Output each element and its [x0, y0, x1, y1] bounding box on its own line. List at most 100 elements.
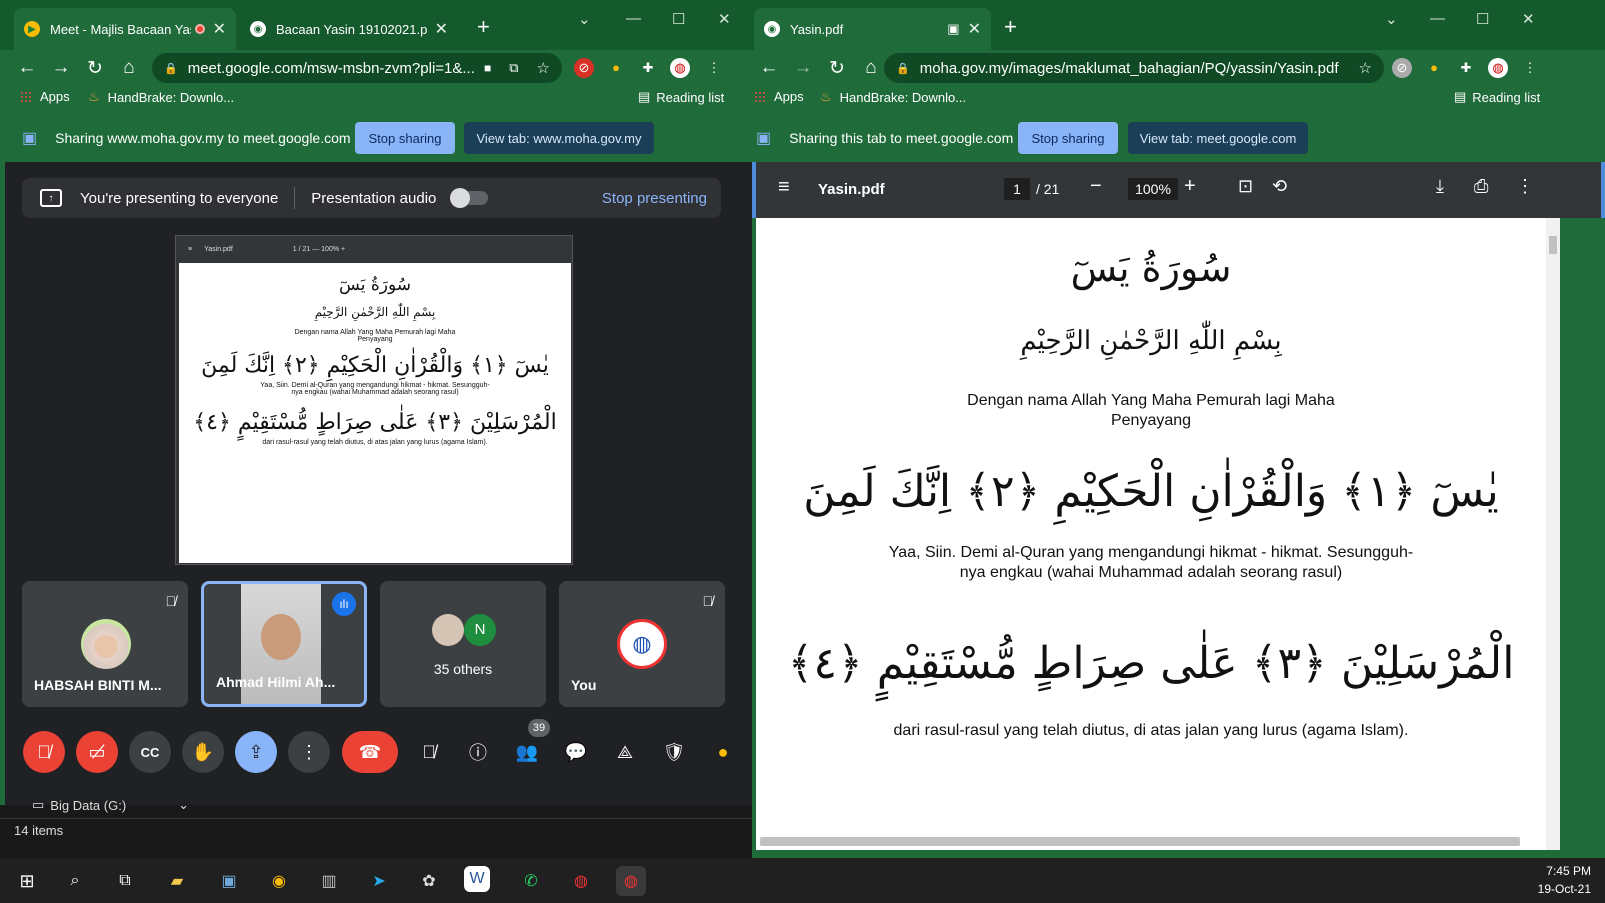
download-icon[interactable]: ⤓	[1436, 176, 1444, 197]
bookmark-handbrake[interactable]: ♨ HandBrake: Downlo...	[820, 89, 966, 105]
raise-hand-button[interactable]: ✋	[182, 731, 224, 773]
minimize-icon[interactable]: —	[1430, 10, 1445, 27]
participant-tile-self[interactable]: 🎙̸ ◍ You	[559, 581, 725, 707]
zoom-in-icon[interactable]: +	[1184, 175, 1196, 198]
menu-kebab-icon[interactable]: ⋮	[704, 58, 724, 78]
extensions-puzzle-icon[interactable]: ✚	[1456, 58, 1476, 78]
new-tab-icon[interactable]: +	[1004, 14, 1017, 40]
clock[interactable]: 7:45 PM 19-Oct-21	[1538, 862, 1591, 898]
back-icon[interactable]: ←	[10, 57, 44, 79]
address-bar[interactable]: 🔒 meet.google.com/msw-msbn-zvm?pli=1&...…	[152, 53, 562, 83]
tab-meet[interactable]: ▶ Meet - Majlis Bacaan Yas ✕	[14, 8, 236, 50]
hamburger-menu-icon[interactable]: ≡	[778, 176, 790, 199]
reload-icon[interactable]: ↻	[78, 57, 112, 80]
more-actions-icon[interactable]: ⋮	[1516, 176, 1534, 197]
chrome-icon[interactable]: ◉	[264, 866, 294, 896]
chat-icon[interactable]: 💬	[555, 731, 597, 773]
windows-start-icon[interactable]: ⊞	[12, 866, 42, 896]
activities-icon[interactable]: ⟁	[604, 731, 646, 773]
camera-icon[interactable]: ■	[484, 61, 491, 75]
file-explorer-icon[interactable]: ▰	[162, 866, 192, 896]
maximize-icon[interactable]: ☐	[1476, 10, 1489, 28]
sharing-infobar: ▣ Sharing www.moha.gov.my to meet.google…	[0, 114, 752, 162]
extension-red-icon[interactable]: ⊘	[574, 58, 594, 78]
participant-tile[interactable]: 🎙̸ HABSAH BINTI M...	[22, 581, 188, 707]
whatsapp-icon[interactable]: ✆	[516, 866, 546, 896]
menu-kebab-icon[interactable]: ⋮	[1520, 58, 1540, 78]
bookmark-star-icon[interactable]: ☆	[537, 59, 550, 77]
profile-avatar-icon[interactable]: ◍	[1488, 58, 1508, 78]
tab-search-icon[interactable]: ⌄	[578, 10, 591, 28]
forward-icon[interactable]: →	[786, 57, 820, 79]
extension-grey-icon[interactable]: ⊘	[1392, 58, 1412, 78]
chrome-active-icon[interactable]: ◍	[616, 866, 646, 896]
task-view-icon[interactable]: ⧉	[110, 866, 140, 896]
app-balloon-icon[interactable]: ✿	[414, 866, 444, 896]
vertical-scrollbar[interactable]	[1546, 218, 1560, 850]
telegram-icon[interactable]: ➤	[364, 866, 394, 896]
close-window-icon[interactable]: ✕	[718, 10, 731, 28]
close-window-icon[interactable]: ✕	[1522, 10, 1535, 28]
open-external-icon[interactable]: ⧉	[509, 60, 518, 76]
reading-list-button[interactable]: ▤ Reading list	[638, 89, 724, 105]
presentation-audio-off-icon[interactable]: 🎙̸	[408, 731, 450, 773]
tab-yasin-pdf[interactable]: ◉ Yasin.pdf ▣ ✕	[754, 8, 991, 50]
bookmark-apps[interactable]: Apps	[20, 89, 70, 104]
home-icon[interactable]: ⌂	[854, 57, 888, 79]
chrome-profile-icon[interactable]: ◍	[566, 866, 596, 896]
zoom-out-icon[interactable]: −	[1090, 175, 1102, 198]
back-icon[interactable]: ←	[752, 57, 786, 79]
more-options-button[interactable]: ⋮	[288, 731, 330, 773]
maximize-icon[interactable]: ☐	[672, 10, 685, 28]
bookmark-star-icon[interactable]: ☆	[1359, 59, 1372, 77]
captions-button[interactable]: CC	[129, 731, 171, 773]
extension-bulb-icon[interactable]: ●	[606, 58, 626, 78]
horizontal-scrollbar[interactable]	[760, 837, 1520, 846]
view-tab-button[interactable]: View tab: meet.google.com	[1128, 122, 1308, 154]
reload-icon[interactable]: ↻	[820, 57, 854, 80]
search-icon[interactable]: ⌕	[60, 866, 90, 896]
stop-sharing-button[interactable]: Stop sharing	[355, 122, 455, 154]
tab-bacaan[interactable]: ◉ Bacaan Yasin 19102021.png ( ✕	[240, 8, 458, 50]
app-icon[interactable]: ▥	[314, 866, 344, 896]
meeting-details-icon[interactable]: ⓘ	[457, 731, 499, 773]
drive-item[interactable]: ▭ Big Data (G:) ⌄	[32, 797, 189, 813]
scroll-thumb[interactable]	[1549, 236, 1557, 254]
stop-sharing-button[interactable]: Stop sharing	[1018, 122, 1118, 154]
zoom-level-input[interactable]: 100%	[1128, 178, 1178, 200]
fit-page-icon[interactable]: ⊡	[1238, 176, 1253, 197]
people-icon[interactable]: 👥	[506, 731, 548, 773]
host-controls-icon[interactable]: 🛡	[653, 731, 695, 773]
close-tab-icon[interactable]: ✕	[435, 19, 448, 39]
close-tab-icon[interactable]: ✕	[213, 19, 226, 39]
reading-list-button[interactable]: ▤ Reading list	[1454, 89, 1540, 105]
address-bar[interactable]: 🔒 moha.gov.my/images/maklumat_bahagian/P…	[884, 53, 1384, 83]
extensions-puzzle-icon[interactable]: ✚	[638, 58, 658, 78]
mic-off-button[interactable]: 🎙̸	[23, 731, 65, 773]
bookmark-handbrake[interactable]: ♨ HandBrake: Downlo...	[88, 89, 234, 105]
presentation-audio-toggle[interactable]	[450, 188, 489, 208]
tab-search-icon[interactable]: ⌄	[1385, 10, 1398, 28]
page-number-input[interactable]: 1	[1004, 178, 1030, 200]
new-tab-icon[interactable]: +	[477, 14, 490, 40]
view-tab-button[interactable]: View tab: www.moha.gov.my	[464, 122, 654, 154]
print-icon[interactable]: ⎙	[1474, 176, 1488, 197]
present-now-button[interactable]: ⇪	[235, 731, 277, 773]
close-tab-icon[interactable]: ✕	[968, 19, 981, 39]
participant-tile-others[interactable]: N 35 others	[380, 581, 546, 707]
minimize-icon[interactable]: —	[626, 10, 641, 27]
forward-icon[interactable]: →	[44, 57, 78, 79]
bookmark-apps[interactable]: Apps	[754, 89, 804, 104]
url-text: meet.google.com/msw-msbn-zvm?pli=1&...	[187, 59, 475, 77]
extension-bulb-icon[interactable]: ●	[1424, 58, 1444, 78]
remote-desktop-icon[interactable]: ▣	[214, 866, 244, 896]
word-icon[interactable]: W	[464, 866, 490, 892]
profile-avatar-icon[interactable]: ◍	[670, 58, 690, 78]
rotate-icon[interactable]: ⟲	[1272, 176, 1287, 197]
camera-off-button[interactable]: ▭̸	[76, 731, 118, 773]
leave-call-button[interactable]: ☎	[342, 731, 398, 773]
participant-tile-active-speaker[interactable]: ılı Ahmad Hilmi Ah...	[201, 581, 367, 707]
home-icon[interactable]: ⌂	[112, 57, 146, 79]
extension-bulb-icon[interactable]: ●	[702, 731, 744, 773]
stop-presenting-button[interactable]: Stop presenting	[602, 190, 707, 207]
